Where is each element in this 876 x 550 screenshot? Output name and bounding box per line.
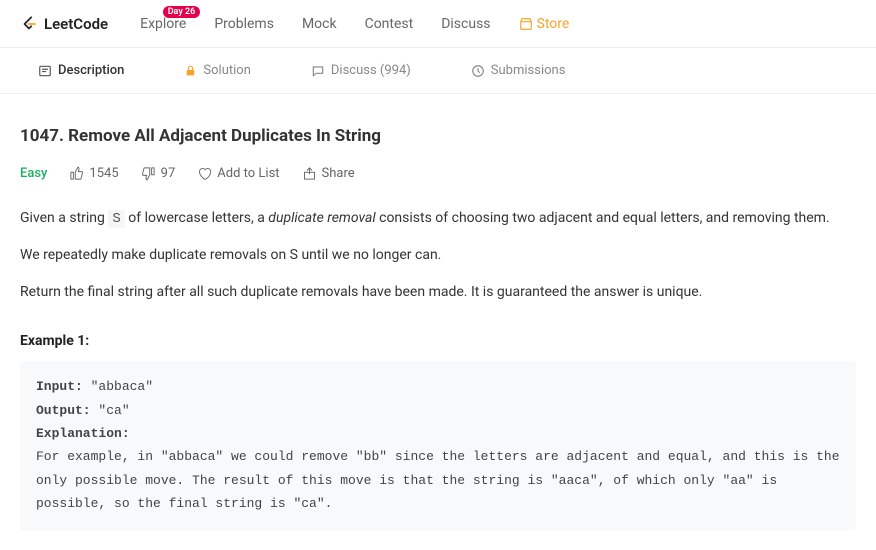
add-to-list-button[interactable]: Add to List — [197, 166, 279, 181]
dislike-button[interactable]: 97 — [141, 166, 176, 181]
heart-icon — [197, 166, 212, 181]
top-nav: LeetCode Explore Day 26 Problems Mock Co… — [0, 0, 876, 48]
desc-paragraph: Return the final string after all such d… — [20, 281, 856, 303]
inline-code: S — [108, 210, 124, 228]
description-icon — [38, 64, 52, 78]
lock-icon — [184, 64, 197, 77]
example-heading: Example 1: — [20, 333, 856, 349]
tab-submissions[interactable]: Submissions — [441, 48, 596, 93]
nav-mock[interactable]: Mock — [292, 16, 347, 32]
logo-icon — [20, 14, 38, 34]
difficulty-label: Easy — [20, 166, 47, 181]
discuss-icon — [311, 64, 325, 78]
nav-discuss[interactable]: Discuss — [431, 16, 500, 32]
problem-meta: Easy 1545 97 Add to List Share — [20, 166, 856, 181]
nav-explore[interactable]: Explore Day 26 — [130, 16, 196, 32]
problem-tabs: Description Solution Discuss (994) Submi… — [0, 48, 876, 94]
store-icon — [519, 17, 533, 31]
share-icon — [302, 166, 317, 181]
day-badge: Day 26 — [163, 6, 201, 18]
thumbs-up-icon — [69, 166, 84, 181]
logo-text: LeetCode — [44, 15, 108, 33]
thumbs-down-icon — [141, 166, 156, 181]
share-button[interactable]: Share — [302, 166, 355, 181]
problem-title: 1047. Remove All Adjacent Duplicates In … — [20, 126, 856, 146]
problem-description: Given a string S of lowercase letters, a… — [20, 207, 856, 303]
problem-content: 1047. Remove All Adjacent Duplicates In … — [0, 94, 876, 550]
nav-store[interactable]: Store — [509, 16, 580, 32]
desc-paragraph: Given a string S of lowercase letters, a… — [20, 207, 856, 230]
desc-paragraph: We repeatedly make duplicate removals on… — [20, 244, 856, 266]
example-box: Input: "abbaca" Output: "ca" Explanation… — [20, 361, 856, 529]
like-button[interactable]: 1545 — [69, 166, 118, 181]
logo[interactable]: LeetCode — [20, 14, 108, 34]
nav-contest[interactable]: Contest — [355, 16, 424, 32]
tab-discuss[interactable]: Discuss (994) — [281, 48, 441, 93]
tab-description[interactable]: Description — [8, 48, 154, 93]
submissions-icon — [471, 64, 485, 78]
nav-problems[interactable]: Problems — [204, 16, 284, 32]
tab-solution[interactable]: Solution — [154, 48, 280, 93]
